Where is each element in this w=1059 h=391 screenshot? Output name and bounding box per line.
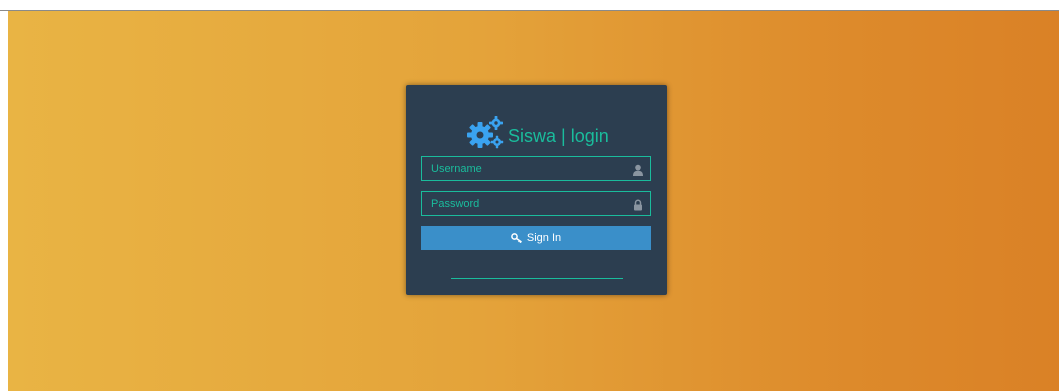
login-background: Siswa | login Username Sign In: [8, 11, 1059, 391]
divider: [451, 278, 623, 279]
password-field[interactable]: [421, 191, 651, 216]
sign-in-button[interactable]: Sign In: [421, 226, 651, 250]
page-title: Siswa | login: [508, 125, 609, 146]
password-input[interactable]: [422, 192, 650, 215]
username-field[interactable]: [421, 156, 651, 181]
browser-top-bar: [0, 0, 1059, 11]
gears-icon: [466, 115, 504, 149]
sign-in-label: Sign In: [526, 232, 562, 244]
username-input[interactable]: [422, 157, 650, 180]
lock-icon: [632, 198, 644, 211]
left-edge: [0, 11, 8, 391]
brand-header: Siswa | login: [466, 115, 609, 149]
key-icon: [511, 233, 522, 243]
login-panel: Siswa | login Username Sign In: [406, 85, 667, 295]
user-icon: [632, 163, 644, 176]
